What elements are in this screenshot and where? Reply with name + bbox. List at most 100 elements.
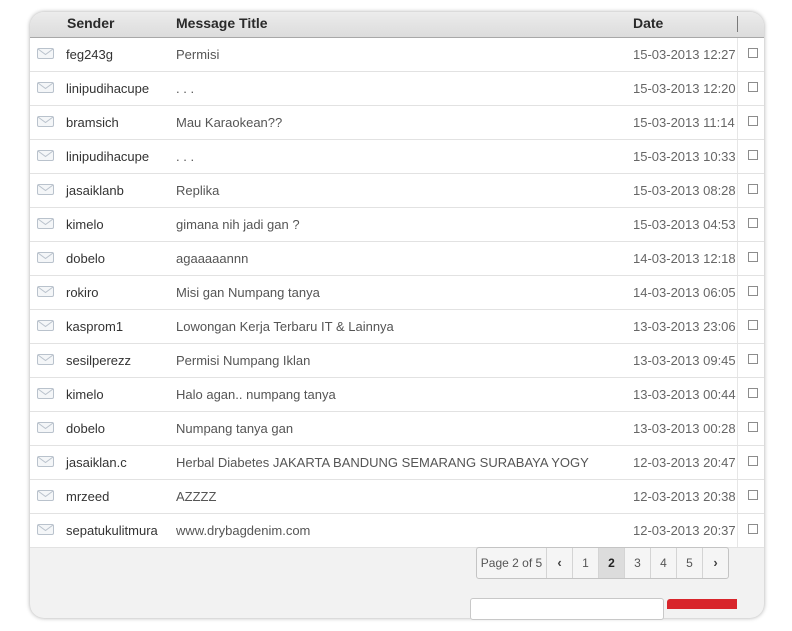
message-sender[interactable]: rokiro <box>66 285 99 300</box>
message-title[interactable]: Permisi <box>176 47 590 62</box>
message-sender[interactable]: sesilperezz <box>66 353 131 368</box>
message-sender[interactable]: kimelo <box>66 217 104 232</box>
bottom-action-button[interactable] <box>667 599 737 609</box>
column-divider <box>737 276 738 309</box>
message-row[interactable]: mrzeed AZZZZ 12-03-2013 20:38 <box>30 480 764 514</box>
message-row[interactable]: rokiro Misi gan Numpang tanya 14-03-2013 0… <box>30 276 764 310</box>
message-date: 15-03-2013 04:53 <box>633 217 736 232</box>
envelope-icon <box>37 490 54 501</box>
message-title[interactable]: Herbal Diabetes JAKARTA BANDUNG SEMARANG… <box>176 455 590 470</box>
column-divider <box>737 378 738 411</box>
envelope-icon <box>37 524 54 535</box>
page-button-3[interactable]: 3 <box>624 548 650 578</box>
message-sender[interactable]: sepatukulitmura <box>66 523 158 538</box>
message-sender[interactable]: kasprom1 <box>66 319 123 334</box>
column-divider <box>737 344 738 377</box>
select-checkbox[interactable] <box>748 218 758 228</box>
message-sender[interactable]: linipudihacupe <box>66 81 149 96</box>
message-row[interactable]: linipudihacupe . . . 15-03-2013 12:20 <box>30 72 764 106</box>
message-sender[interactable]: dobelo <box>66 421 105 436</box>
select-checkbox[interactable] <box>748 252 758 262</box>
page-button-1[interactable]: 1 <box>572 548 598 578</box>
message-title[interactable]: Numpang tanya gan <box>176 421 590 436</box>
select-checkbox[interactable] <box>748 320 758 330</box>
message-title[interactable]: Misi gan Numpang tanya <box>176 285 590 300</box>
message-date: 15-03-2013 12:27 <box>633 47 736 62</box>
envelope-icon <box>37 82 54 93</box>
message-title[interactable]: Mau Karaokean?? <box>176 115 590 130</box>
page-button-5[interactable]: 5 <box>676 548 702 578</box>
select-checkbox[interactable] <box>748 116 758 126</box>
message-row[interactable]: kimelo Halo agan.. numpang tanya 13-03-201… <box>30 378 764 412</box>
select-checkbox[interactable] <box>748 524 758 534</box>
message-title[interactable]: Lowongan Kerja Terbaru IT & Lainnya <box>176 319 590 334</box>
column-header-title[interactable]: Message Title <box>176 15 268 31</box>
select-checkbox[interactable] <box>748 388 758 398</box>
message-title[interactable]: Replika <box>176 183 590 198</box>
message-title[interactable]: Permisi Numpang Iklan <box>176 353 590 368</box>
message-title[interactable]: www.drybagdenim.com <box>176 523 590 538</box>
page-button-2[interactable]: 2 <box>598 548 624 578</box>
column-header-sender[interactable]: Sender <box>67 15 114 31</box>
envelope-icon <box>37 354 54 365</box>
pagination: Page 2 of 5 ‹ 1 2 3 4 5 › <box>476 547 729 579</box>
envelope-icon <box>37 184 54 195</box>
message-row[interactable]: dobelo agaaaaannn 14-03-2013 12:18 <box>30 242 764 276</box>
column-divider <box>737 72 738 105</box>
message-date: 13-03-2013 09:45 <box>633 353 736 368</box>
message-date: 15-03-2013 11:14 <box>633 115 735 130</box>
message-title[interactable]: . . . <box>176 81 590 96</box>
column-divider <box>737 446 738 479</box>
select-checkbox[interactable] <box>748 456 758 466</box>
message-row[interactable]: jasaiklan.c Herbal Diabetes JAKARTA BANDU… <box>30 446 764 480</box>
message-sender[interactable]: dobelo <box>66 251 105 266</box>
message-row[interactable]: kimelo gimana nih jadi gan ? 15-03-2013 04… <box>30 208 764 242</box>
select-checkbox[interactable] <box>748 48 758 58</box>
message-sender[interactable]: bramsich <box>66 115 119 130</box>
message-date: 12-03-2013 20:38 <box>633 489 736 504</box>
select-checkbox[interactable] <box>748 490 758 500</box>
message-title[interactable]: agaaaaannn <box>176 251 590 266</box>
select-checkbox[interactable] <box>748 184 758 194</box>
message-sender[interactable]: kimelo <box>66 387 104 402</box>
column-header-checkbox[interactable] <box>737 16 738 32</box>
envelope-icon <box>37 48 54 59</box>
message-date: 14-03-2013 06:05 <box>633 285 736 300</box>
select-checkbox[interactable] <box>748 150 758 160</box>
message-row[interactable]: dobelo Numpang tanya gan 13-03-2013 00:28 <box>30 412 764 446</box>
prev-page-button[interactable]: ‹ <box>546 548 572 578</box>
next-page-button[interactable]: › <box>702 548 728 578</box>
envelope-icon <box>37 422 54 433</box>
message-sender[interactable]: feg243g <box>66 47 113 62</box>
page-button-4[interactable]: 4 <box>650 548 676 578</box>
column-header-date[interactable]: Date <box>633 15 663 31</box>
message-row[interactable]: sesilperezz Permisi Numpang Iklan 13-03-20… <box>30 344 764 378</box>
select-checkbox[interactable] <box>748 82 758 92</box>
envelope-icon <box>37 150 54 161</box>
message-title[interactable]: AZZZZ <box>176 489 590 504</box>
select-checkbox[interactable] <box>748 422 758 432</box>
message-title[interactable]: Halo agan.. numpang tanya <box>176 387 590 402</box>
message-list: feg243g Permisi 15-03-2013 12:27 linipudiha… <box>30 38 764 548</box>
select-checkbox[interactable] <box>748 354 758 364</box>
bottom-action-field[interactable] <box>470 598 664 620</box>
message-row[interactable]: bramsich Mau Karaokean?? 15-03-2013 11:14 <box>30 106 764 140</box>
message-row[interactable]: sepatukulitmura www.drybagdenim.com 12-03-… <box>30 514 764 548</box>
message-sender[interactable]: linipudihacupe <box>66 149 149 164</box>
message-sender[interactable]: jasaiklan.c <box>66 455 127 470</box>
column-divider <box>737 242 738 275</box>
message-sender[interactable]: jasaiklanb <box>66 183 124 198</box>
message-title[interactable]: gimana nih jadi gan ? <box>176 217 590 232</box>
chevron-right-icon: › <box>713 555 718 570</box>
envelope-icon <box>37 252 54 263</box>
message-row[interactable]: linipudihacupe . . . 15-03-2013 10:33 <box>30 140 764 174</box>
message-date: 12-03-2013 20:37 <box>633 523 736 538</box>
envelope-icon <box>37 456 54 467</box>
message-row[interactable]: feg243g Permisi 15-03-2013 12:27 <box>30 38 764 72</box>
message-sender[interactable]: mrzeed <box>66 489 109 504</box>
message-row[interactable]: jasaiklanb Replika 15-03-2013 08:28 <box>30 174 764 208</box>
message-row[interactable]: kasprom1 Lowongan Kerja Terbaru IT & Lain… <box>30 310 764 344</box>
column-divider <box>737 38 738 71</box>
message-title[interactable]: . . . <box>176 149 590 164</box>
select-checkbox[interactable] <box>748 286 758 296</box>
